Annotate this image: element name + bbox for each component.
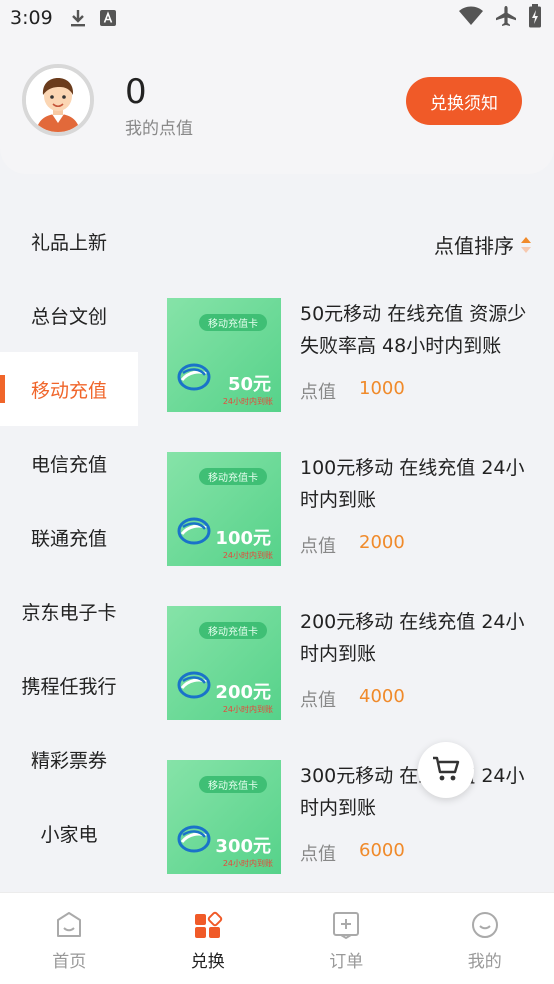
category-sidebar: 礼品上新 总台文创 移动充值 电信充值 联通充值 京东电子卡 携程任我行 精彩票… xyxy=(0,204,138,892)
download-icon xyxy=(69,8,87,28)
cart-icon xyxy=(431,755,461,786)
keyboard-a-icon xyxy=(99,9,117,27)
price-label: 点值 xyxy=(300,536,336,557)
sort-by-points[interactable]: 点值排序 xyxy=(434,230,532,259)
product-price: 1000 xyxy=(359,378,405,399)
status-time: 3:09 xyxy=(10,7,53,29)
price-label: 点值 xyxy=(300,690,336,711)
battery-icon xyxy=(528,4,542,32)
sidebar-item-ctrip[interactable]: 携程任我行 xyxy=(0,648,138,722)
sidebar-item-tickets[interactable]: 精彩票券 xyxy=(0,722,138,796)
product-thumbnail[interactable]: 移动充值卡 200元 24小时内到账 xyxy=(167,606,281,720)
tab-orders[interactable]: 订单 xyxy=(277,893,416,984)
order-icon xyxy=(330,909,362,941)
product-title[interactable]: 100元移动 在线充值 24小时内到账 xyxy=(300,452,540,516)
airplane-icon xyxy=(494,5,518,31)
exchange-rules-button[interactable]: 兑换须知 xyxy=(406,77,522,125)
status-bar: 3:09 xyxy=(0,0,554,36)
sidebar-item-cctv-creative[interactable]: 总台文创 xyxy=(0,278,138,352)
sidebar-item-mobile-recharge[interactable]: 移动充值 xyxy=(0,352,138,426)
sort-label: 点值排序 xyxy=(434,234,514,258)
card-note: 24小时内到账 xyxy=(222,859,273,868)
bottom-tab-bar: 首页 兑换 订单 我的 xyxy=(0,892,554,984)
china-mobile-logo-icon xyxy=(177,362,211,396)
china-mobile-logo-icon xyxy=(177,670,211,704)
card-note: 24小时内到账 xyxy=(222,705,273,714)
sort-arrows-icon xyxy=(520,236,532,254)
card-amount: 50元 xyxy=(227,374,271,395)
product-item[interactable]: 移动充值卡 300元 24小时内到账 300元移动 在线充值 24小时内到账 点… xyxy=(138,760,554,880)
home-icon xyxy=(53,909,85,941)
tab-label: 我的 xyxy=(467,952,502,972)
sidebar-item-unicom-recharge[interactable]: 联通充值 xyxy=(0,500,138,574)
product-title[interactable]: 50元移动 在线充值 资源少 失败率高 48小时内到账 xyxy=(300,298,540,362)
sidebar-item-gifts-new[interactable]: 礼品上新 xyxy=(0,204,138,278)
sidebar-item-jd-ecard[interactable]: 京东电子卡 xyxy=(0,574,138,648)
price-label: 点值 xyxy=(300,382,336,403)
card-note: 24小时内到账 xyxy=(222,397,273,406)
card-amount: 100元 xyxy=(215,528,271,549)
product-price: 2000 xyxy=(359,532,405,553)
card-tag: 移动充值卡 xyxy=(199,468,267,485)
product-item[interactable]: 移动充值卡 200元 24小时内到账 200元移动 在线充值 24小时内到账 点… xyxy=(138,606,554,726)
china-mobile-logo-icon xyxy=(177,824,211,858)
tab-exchange[interactable]: 兑换 xyxy=(139,893,278,984)
exchange-icon xyxy=(192,909,224,941)
product-item[interactable]: 移动充值卡 100元 24小时内到账 100元移动 在线充值 24小时内到账 点… xyxy=(138,452,554,572)
wifi-icon xyxy=(458,6,484,30)
card-note: 24小时内到账 xyxy=(222,551,273,560)
tab-label: 订单 xyxy=(329,952,364,972)
tab-profile[interactable]: 我的 xyxy=(416,893,554,984)
avatar[interactable] xyxy=(22,64,94,136)
card-tag: 移动充值卡 xyxy=(199,776,267,793)
profile-icon xyxy=(469,909,501,941)
tab-label: 兑换 xyxy=(190,952,225,972)
product-thumbnail[interactable]: 移动充值卡 50元 24小时内到账 xyxy=(167,298,281,412)
product-price: 6000 xyxy=(359,840,405,861)
cart-button[interactable] xyxy=(418,742,474,798)
product-list: 点值排序 移动充值卡 50元 24小时内到账 50元移动 在线充值 资源少 失败… xyxy=(138,204,554,892)
product-thumbnail[interactable]: 移动充值卡 100元 24小时内到账 xyxy=(167,452,281,566)
sidebar-item-appliances[interactable]: 小家电 xyxy=(0,796,138,870)
product-thumbnail[interactable]: 移动充值卡 300元 24小时内到账 xyxy=(167,760,281,874)
card-amount: 300元 xyxy=(215,836,271,857)
card-amount: 200元 xyxy=(215,682,271,703)
card-tag: 移动充值卡 xyxy=(199,622,267,639)
points-value: 0 xyxy=(125,72,147,112)
user-header: 0 我的点值 兑换须知 xyxy=(0,36,554,174)
price-label: 点值 xyxy=(300,844,336,865)
product-title[interactable]: 200元移动 在线充值 24小时内到账 xyxy=(300,606,540,670)
points-label: 我的点值 xyxy=(125,119,193,139)
sidebar-item-telecom-recharge[interactable]: 电信充值 xyxy=(0,426,138,500)
product-price: 4000 xyxy=(359,686,405,707)
card-tag: 移动充值卡 xyxy=(199,314,267,331)
product-item[interactable]: 移动充值卡 50元 24小时内到账 50元移动 在线充值 资源少 失败率高 48… xyxy=(138,298,554,418)
tab-home[interactable]: 首页 xyxy=(0,893,139,984)
china-mobile-logo-icon xyxy=(177,516,211,550)
tab-label: 首页 xyxy=(52,952,87,972)
